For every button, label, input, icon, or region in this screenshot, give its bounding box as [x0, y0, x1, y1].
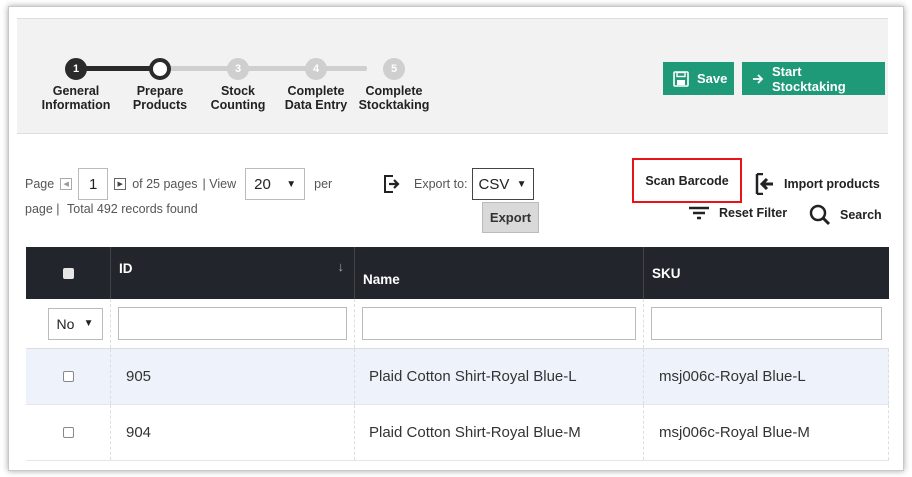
cell-sku: msj006c-Royal Blue-L [644, 349, 889, 404]
name-filter-input[interactable] [362, 307, 636, 340]
reset-filter-button[interactable]: Reset Filter [688, 206, 787, 220]
header-select-all [26, 247, 111, 299]
step-number: 5 [383, 58, 405, 80]
page-size-select[interactable]: 20 ▼ [245, 168, 306, 200]
filter-name-cell [355, 299, 644, 348]
search-icon [809, 204, 831, 226]
products-grid: ID ↓ Name SKU No ▼ 905 Plaid Cotton Shir… [26, 247, 889, 461]
row-select-cell [26, 349, 111, 404]
export-controls: Export to: CSV ▼ [384, 168, 534, 200]
scan-barcode-button[interactable]: Scan Barcode [632, 158, 742, 203]
step-2[interactable]: Prepare Products [115, 55, 205, 112]
row-checkbox[interactable] [62, 427, 74, 438]
prev-page-icon[interactable]: ◀ [60, 178, 73, 190]
export-icon [384, 175, 400, 193]
search-button[interactable]: Search [809, 204, 882, 226]
chevron-down-icon: ▼ [83, 318, 94, 329]
step-number: 4 [305, 58, 327, 80]
step-label: Complete Stocktaking [358, 84, 430, 112]
filter-row: No ▼ [26, 299, 889, 349]
grid-header: ID ↓ Name SKU [26, 247, 889, 299]
step-number [149, 58, 171, 80]
step-label: General Information [41, 84, 111, 112]
save-button[interactable]: Save [663, 62, 734, 95]
table-row[interactable]: 905 Plaid Cotton Shirt-Royal Blue-L msj0… [26, 349, 889, 405]
step-label: Complete Data Entry [284, 84, 348, 112]
column-label: SKU [652, 265, 681, 281]
step-4[interactable]: 4 Complete Data Entry [271, 55, 361, 112]
step-3[interactable]: 3 Stock Counting [193, 55, 283, 112]
column-header-id[interactable]: ID ↓ [111, 247, 355, 299]
export-label: Export to: [414, 177, 468, 191]
start-stocktaking-button[interactable]: Start Stocktaking [742, 62, 885, 95]
select-all-checkbox[interactable] [62, 267, 74, 279]
next-page-icon[interactable]: ▶ [114, 178, 127, 190]
cell-name: Plaid Cotton Shirt-Royal Blue-L [355, 349, 644, 404]
sku-filter-input[interactable] [651, 307, 882, 340]
filter-sku-cell [644, 299, 889, 348]
cell-id: 905 [111, 349, 355, 404]
stocktake-header: 1 General Information Prepare Products 3… [17, 18, 888, 134]
reset-filter-label: Reset Filter [719, 206, 788, 220]
id-filter-input[interactable] [118, 307, 347, 340]
view-label: | View [202, 177, 237, 191]
column-label: ID [119, 261, 133, 276]
filter-select-cell: No ▼ [26, 299, 111, 348]
cell-id: 904 [111, 405, 355, 460]
step-1[interactable]: 1 General Information [31, 55, 121, 112]
start-stocktaking-label: Start Stocktaking [772, 63, 846, 94]
selected-filter-select[interactable]: No ▼ [47, 307, 103, 340]
page-number-input[interactable]: 1 [78, 168, 109, 200]
selected-filter-value: No [56, 315, 75, 332]
save-icon [673, 70, 689, 87]
per-label: per [314, 177, 333, 191]
cell-name: Plaid Cotton Shirt-Royal Blue-M [355, 405, 644, 460]
row-checkbox[interactable] [62, 371, 74, 382]
import-icon [755, 173, 775, 195]
row-select-cell [26, 405, 111, 460]
chevron-down-icon: ▼ [516, 178, 527, 190]
page-word: page | [25, 202, 60, 216]
export-format-value: CSV [478, 175, 510, 193]
chevron-down-icon: ▼ [286, 178, 297, 190]
step-label: Prepare Products [132, 84, 188, 112]
cell-sku: msj006c-Royal Blue-M [644, 405, 889, 460]
step-number: 3 [227, 58, 249, 80]
import-label: Import products [784, 177, 880, 191]
step-number: 1 [65, 58, 87, 80]
filter-id-cell [111, 299, 355, 348]
pagination: Page ◀ 1 ▶ of 25 pages | View 20 ▼ per p… [25, 168, 333, 216]
search-label: Search [840, 208, 882, 222]
step-label: Stock Counting [210, 84, 266, 112]
export-format-select[interactable]: CSV ▼ [471, 168, 534, 200]
of-pages-text: of 25 pages [132, 177, 198, 191]
column-header-name[interactable]: Name [355, 247, 644, 299]
page-size-value: 20 [254, 175, 271, 193]
table-row[interactable]: 904 Plaid Cotton Shirt-Royal Blue-M msj0… [26, 405, 889, 461]
progress-steps: 1 General Information Prepare Products 3… [21, 55, 429, 115]
sort-arrow-icon[interactable]: ↓ [338, 259, 345, 274]
import-products-button[interactable]: Import products [755, 173, 880, 195]
save-label: Save [697, 71, 728, 86]
page-prefix: Page [25, 177, 55, 191]
total-records: Total 492 records found [67, 202, 198, 216]
export-button[interactable]: Export [482, 202, 539, 233]
filter-icon [688, 206, 710, 220]
column-header-sku[interactable]: SKU [644, 247, 889, 299]
arrow-right-icon [752, 73, 764, 85]
column-label: Name [363, 272, 400, 287]
step-5[interactable]: 5 Complete Stocktaking [349, 55, 439, 112]
